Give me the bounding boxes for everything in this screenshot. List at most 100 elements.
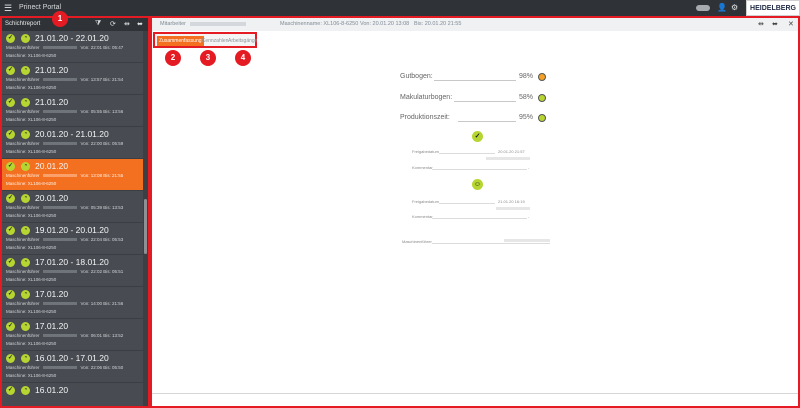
hamburger-icon[interactable]: ☰: [4, 3, 12, 14]
signer-name-blurred: [486, 157, 530, 160]
sidebar-title: Schichtreport: [5, 21, 41, 27]
shift-list-item[interactable]: ✓ ◔ 21.01.20 Maschinenführer Von: 13:57 Bis:…: [2, 63, 146, 95]
comment-label: Kommentar: [412, 214, 433, 219]
stat-waste-sheets: Makulaturbogen: 58%: [400, 94, 550, 102]
shift-list-item[interactable]: ✓ ◔ 17.01.20 Maschinenführer Von: 06:01 Bis:…: [2, 319, 146, 351]
sidebar-scrollbar[interactable]: [143, 31, 148, 406]
check-icon: ✓: [6, 258, 15, 267]
shift-list-item[interactable]: ✓ ◔ 20.01.20 - 21.01.20 Maschinenführer Von:…: [2, 127, 146, 159]
release-date-label: Freigabedatum: [412, 199, 439, 204]
approval-check-icon: ✓: [472, 131, 483, 142]
tab-summary[interactable]: Zusammenfassung: [157, 36, 204, 46]
operator-label: Maschinenführer: [402, 239, 432, 244]
shift-times: Von: 22:01 Bis: 05:47: [80, 45, 124, 50]
tab-operations[interactable]: Arbeitsgänge: [226, 36, 259, 46]
shift-times: Von: 22:02 Bis: 05:51: [80, 269, 124, 274]
info-bar: Mitarbeiter Maschinenname: XL106-8-6250 …: [152, 18, 798, 31]
shift-date: 21.01.20 - 22.01.20: [35, 33, 109, 43]
shift-list-item[interactable]: ✓ ◔ 16.01.20: [2, 383, 146, 406]
shift-machine: Maschine: XL106-8-6250: [6, 85, 57, 90]
clock-icon: ◔: [21, 322, 30, 331]
check-icon: ✓: [6, 98, 15, 107]
operator-name-blurred: [504, 239, 550, 242]
shift-times: Von: 22:06 Bis: 05:50: [80, 365, 124, 370]
clock-icon: ◔: [21, 226, 30, 235]
clock-icon: ◔: [21, 290, 30, 299]
shift-list-item[interactable]: ✓ ◔ 21.01.20 Maschinenführer Von: 05:55 Bis:…: [2, 95, 146, 127]
sidebar-header: Schichtreport ⧩ ⟳ ⇹ ⬌: [2, 18, 148, 31]
split-view-icon[interactable]: ⇹: [758, 20, 764, 28]
shift-times: Von: 05:39 Bis: 13:53: [80, 205, 124, 210]
operator-name-blurred: [42, 302, 77, 306]
shift-times: Von: 13:57 Bis: 21:54: [80, 77, 124, 82]
check-icon: ✓: [6, 354, 15, 363]
footer-divider: [152, 393, 798, 394]
shift-list-item[interactable]: ✓ ◔ 20.01.20 Maschinenführer Von: 05:39 Bis:…: [2, 191, 146, 223]
shift-times: Von: 05:55 Bis: 13:56: [80, 109, 124, 114]
scrollbar-thumb[interactable]: [144, 199, 147, 254]
annotation-badge-4: 4: [235, 50, 251, 66]
operator-name-blurred: [42, 78, 77, 82]
status-dot: [538, 114, 546, 122]
operator-label: Maschinenführer: [6, 205, 40, 210]
filter-icon[interactable]: ⧩: [95, 20, 101, 28]
operator-label: Maschinenführer: [6, 45, 40, 50]
split-icon[interactable]: ⇹: [124, 20, 130, 28]
comment-value: -: [528, 214, 530, 219]
gear-icon[interactable]: ⚙: [731, 3, 738, 12]
shift-operator: Maschinenführer Von: 05:39 Bis: 13:53: [6, 205, 123, 210]
clock-icon: ◔: [21, 354, 30, 363]
shift-machine: Maschine: XL106-8-6250: [6, 53, 57, 58]
operator-name-blurred: [42, 110, 77, 114]
expand-icon[interactable]: ⬌: [137, 20, 143, 28]
check-icon: ✓: [6, 290, 15, 299]
operator-label: Maschinenführer: [6, 301, 40, 306]
shift-list-item[interactable]: ✓ ◔ 16.01.20 - 17.01.20 Maschinenführer Von:…: [2, 351, 146, 383]
shift-date: 17.01.20: [35, 289, 69, 299]
shift-machine: Maschine: XL106-8-6250: [6, 213, 57, 218]
stat-production-time: Produktionszeit: 95%: [400, 114, 550, 122]
shift-machine: Maschine: XL106-8-6250: [6, 245, 57, 250]
operator-label: Maschinenführer: [6, 109, 40, 114]
shift-list-item[interactable]: ✓ ◔ 21.01.20 - 22.01.20 Maschinenführer Von:…: [2, 31, 146, 63]
machine-name: Maschinenname: XL106-8-6250: [280, 21, 359, 27]
close-icon[interactable]: ✕: [788, 20, 794, 28]
stat-good-sheets: Gutbogen: 98%: [400, 73, 550, 81]
expand-view-icon[interactable]: ⬌: [772, 20, 778, 28]
user-icon[interactable]: 👤: [717, 3, 727, 12]
check-icon: ✓: [6, 386, 15, 395]
clock-icon: ◔: [21, 258, 30, 267]
shift-machine: Maschine: XL106-8-6250: [6, 181, 57, 186]
shift-date: 20.01.20 - 21.01.20: [35, 129, 109, 139]
refresh-icon[interactable]: ⟳: [110, 20, 116, 28]
shift-times: Von: 13:08 Bis: 21:55: [80, 173, 124, 178]
status-dot: [538, 94, 546, 102]
operator-label: Maschinenführer: [6, 141, 40, 146]
shift-machine: Maschine: XL106-8-6250: [6, 373, 57, 378]
shift-list-item[interactable]: ✓ ◔ 19.01.20 - 20.01.20 Maschinenführer Von:…: [2, 223, 146, 255]
shift-date: 20.01.20: [35, 161, 69, 171]
clock-icon: ◔: [21, 162, 30, 171]
shift-times: Von: 22:00 Bis: 05:59: [80, 141, 124, 146]
operator-label: Maschinenführer: [6, 237, 40, 242]
shift-operator: Maschinenführer Von: 22:00 Bis: 05:59: [6, 141, 123, 146]
operator-label: Maschinenführer: [6, 365, 40, 370]
comment-label: Kommentar: [412, 165, 433, 170]
shift-operator: Maschinenführer Von: 13:08 Bis: 21:55: [6, 173, 123, 178]
status-dot: [538, 73, 546, 81]
stat-value: 58%: [519, 94, 534, 101]
shift-list-item[interactable]: ✓ ◔ 17.01.20 - 18.01.20 Maschinenführer Von:…: [2, 255, 146, 287]
shift-machine: Maschine: XL106-8-6250: [6, 149, 57, 154]
shift-list-item[interactable]: ✓ ◔ 17.01.20 Maschinenführer Von: 14:00 Bis:…: [2, 287, 146, 319]
check-icon: ✓: [6, 34, 15, 43]
operator-label: Maschinenführer: [6, 333, 40, 338]
check-icon: ✓: [6, 162, 15, 171]
operator-name-blurred: [42, 334, 77, 338]
release-date-label: Freigabedatum: [412, 149, 439, 154]
check-icon: ✓: [6, 322, 15, 331]
check-icon: ✓: [6, 194, 15, 203]
operator-label: Maschinenführer: [6, 269, 40, 274]
shift-list-item[interactable]: ✓ ◔ 20.01.20 Maschinenführer Von: 13:08 Bis:…: [2, 159, 146, 191]
shift-times: Von: 06:01 Bis: 13:52: [80, 333, 124, 338]
shift-date: 20.01.20: [35, 193, 69, 203]
